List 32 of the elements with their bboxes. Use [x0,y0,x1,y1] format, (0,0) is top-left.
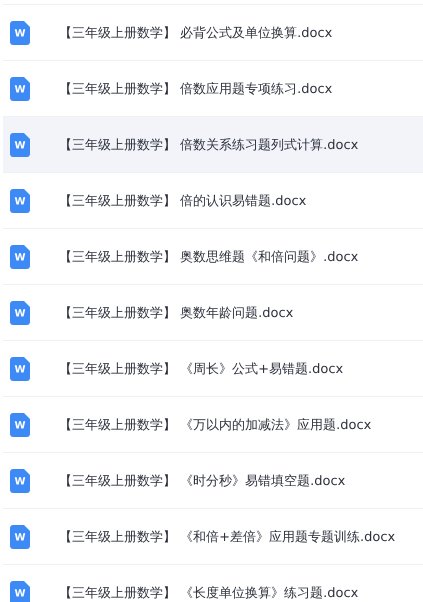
document-icon: W [10,356,30,380]
document-icon: W [10,188,30,212]
document-icon: W [10,132,30,156]
file-name: 【三年级上册数学】 奥数思维题《和倍问题》.docx [59,248,358,266]
file-name: 【三年级上册数学】 倍数关系练习题列式计算.docx [59,136,358,154]
document-icon: W [10,244,30,268]
file-name: 【三年级上册数学】 倍数应用题专项练习.docx [59,80,332,98]
document-icon: W [10,76,30,100]
file-name: 【三年级上册数学】 《万以内的加减法》应用题.docx [59,416,372,434]
file-name: 【三年级上册数学】 倍的认识易错题.docx [59,192,306,210]
file-name: 【三年级上册数学】 奥数年龄问题.docx [59,304,294,322]
file-row[interactable]: W 【三年级上册数学】 《万以内的加减法》应用题.docx [3,396,423,452]
document-icon: W [10,300,30,324]
file-row[interactable]: W 【三年级上册数学】 《时分秒》易错填空题.docx [3,452,423,508]
document-icon: W [10,412,30,436]
file-row[interactable]: W 【三年级上册数学】 《周长》公式+易错题.docx [3,340,423,396]
file-row[interactable]: W 【三年级上册数学】 倍的认识易错题.docx [3,172,423,228]
file-row[interactable]: W 【三年级上册数学】 奥数年龄问题.docx [3,284,423,340]
file-name: 【三年级上册数学】 《周长》公式+易错题.docx [59,360,344,378]
file-name: 【三年级上册数学】 必背公式及单位换算.docx [59,24,332,42]
file-name: 【三年级上册数学】 《长度单位换算》练习题.docx [59,584,358,602]
document-icon: W [10,20,30,44]
document-icon: W [10,524,30,548]
file-row[interactable]: W 【三年级上册数学】 《和倍+差倍》应用题专题训练.docx [3,508,423,564]
file-name: 【三年级上册数学】 《和倍+差倍》应用题专题训练.docx [59,528,396,546]
file-row[interactable]: W 【三年级上册数学】 《长度单位换算》练习题.docx [3,564,423,602]
document-icon: W [10,580,30,602]
document-icon: W [10,468,30,492]
file-row[interactable]: W 【三年级上册数学】 必背公式及单位换算.docx [3,4,423,60]
file-row[interactable]: W 【三年级上册数学】 奥数思维题《和倍问题》.docx [3,228,423,284]
file-name: 【三年级上册数学】 《时分秒》易错填空题.docx [59,472,346,490]
file-row[interactable]: W 【三年级上册数学】 倍数关系练习题列式计算.docx [3,116,423,172]
